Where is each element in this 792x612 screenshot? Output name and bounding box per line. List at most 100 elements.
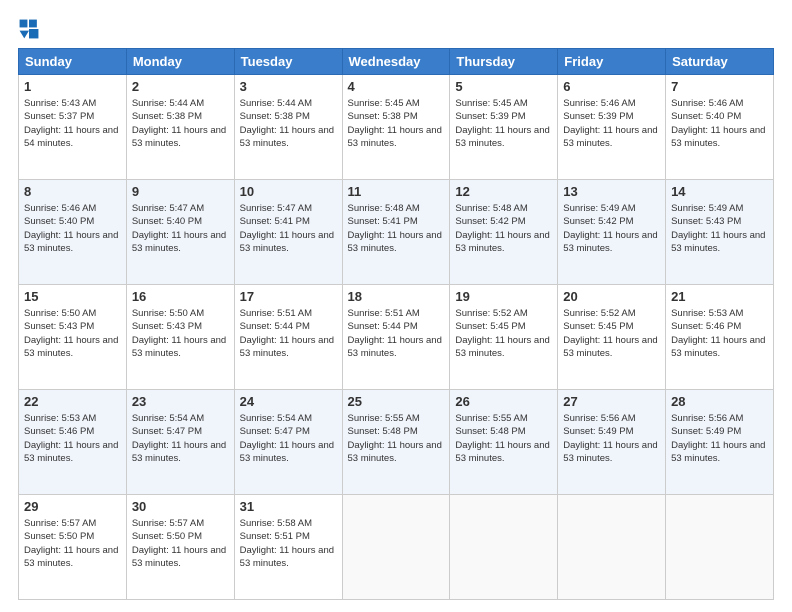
cell-text: Sunrise: 5:43 AMSunset: 5:37 PMDaylight:… [24, 98, 118, 150]
cell-text: Sunrise: 5:44 AMSunset: 5:38 PMDaylight:… [132, 98, 226, 150]
calendar-cell: 25 Sunrise: 5:55 AMSunset: 5:48 PMDaylig… [342, 390, 450, 495]
cell-text: Sunrise: 5:58 AMSunset: 5:51 PMDaylight:… [240, 518, 334, 570]
cell-text: Sunrise: 5:52 AMSunset: 5:45 PMDaylight:… [455, 308, 549, 360]
cell-text: Sunrise: 5:55 AMSunset: 5:48 PMDaylight:… [348, 413, 442, 465]
logo-icon [18, 18, 40, 40]
cell-text: Sunrise: 5:49 AMSunset: 5:43 PMDaylight:… [671, 203, 765, 255]
calendar-cell: 15 Sunrise: 5:50 AMSunset: 5:43 PMDaylig… [19, 285, 127, 390]
calendar-cell: 11 Sunrise: 5:48 AMSunset: 5:41 PMDaylig… [342, 180, 450, 285]
cell-text: Sunrise: 5:46 AMSunset: 5:39 PMDaylight:… [563, 98, 657, 150]
calendar-cell: 2 Sunrise: 5:44 AMSunset: 5:38 PMDayligh… [126, 75, 234, 180]
calendar-cell: 30 Sunrise: 5:57 AMSunset: 5:50 PMDaylig… [126, 495, 234, 600]
day-number: 3 [240, 78, 337, 96]
calendar-cell: 20 Sunrise: 5:52 AMSunset: 5:45 PMDaylig… [558, 285, 666, 390]
calendar-cell: 18 Sunrise: 5:51 AMSunset: 5:44 PMDaylig… [342, 285, 450, 390]
calendar-cell: 22 Sunrise: 5:53 AMSunset: 5:46 PMDaylig… [19, 390, 127, 495]
day-number: 17 [240, 288, 337, 306]
cell-text: Sunrise: 5:52 AMSunset: 5:45 PMDaylight:… [563, 308, 657, 360]
calendar-cell: 17 Sunrise: 5:51 AMSunset: 5:44 PMDaylig… [234, 285, 342, 390]
cell-text: Sunrise: 5:51 AMSunset: 5:44 PMDaylight:… [348, 308, 442, 360]
day-number: 7 [671, 78, 768, 96]
calendar-cell: 29 Sunrise: 5:57 AMSunset: 5:50 PMDaylig… [19, 495, 127, 600]
calendar-cell [558, 495, 666, 600]
page: SundayMondayTuesdayWednesdayThursdayFrid… [0, 0, 792, 612]
calendar-week-row: 15 Sunrise: 5:50 AMSunset: 5:43 PMDaylig… [19, 285, 774, 390]
cell-text: Sunrise: 5:45 AMSunset: 5:38 PMDaylight:… [348, 98, 442, 150]
day-number: 27 [563, 393, 660, 411]
calendar-cell: 10 Sunrise: 5:47 AMSunset: 5:41 PMDaylig… [234, 180, 342, 285]
cell-text: Sunrise: 5:46 AMSunset: 5:40 PMDaylight:… [24, 203, 118, 255]
day-number: 29 [24, 498, 121, 516]
day-number: 18 [348, 288, 445, 306]
calendar-table: SundayMondayTuesdayWednesdayThursdayFrid… [18, 48, 774, 600]
day-number: 2 [132, 78, 229, 96]
day-number: 26 [455, 393, 552, 411]
cell-text: Sunrise: 5:47 AMSunset: 5:40 PMDaylight:… [132, 203, 226, 255]
day-number: 20 [563, 288, 660, 306]
calendar-cell: 5 Sunrise: 5:45 AMSunset: 5:39 PMDayligh… [450, 75, 558, 180]
day-number: 19 [455, 288, 552, 306]
calendar-day-header: Saturday [666, 49, 774, 75]
cell-text: Sunrise: 5:44 AMSunset: 5:38 PMDaylight:… [240, 98, 334, 150]
cell-text: Sunrise: 5:47 AMSunset: 5:41 PMDaylight:… [240, 203, 334, 255]
calendar-cell: 31 Sunrise: 5:58 AMSunset: 5:51 PMDaylig… [234, 495, 342, 600]
day-number: 21 [671, 288, 768, 306]
day-number: 30 [132, 498, 229, 516]
calendar-week-row: 22 Sunrise: 5:53 AMSunset: 5:46 PMDaylig… [19, 390, 774, 495]
calendar-header-row: SundayMondayTuesdayWednesdayThursdayFrid… [19, 49, 774, 75]
calendar-cell: 13 Sunrise: 5:49 AMSunset: 5:42 PMDaylig… [558, 180, 666, 285]
day-number: 16 [132, 288, 229, 306]
calendar-cell: 27 Sunrise: 5:56 AMSunset: 5:49 PMDaylig… [558, 390, 666, 495]
day-number: 8 [24, 183, 121, 201]
cell-text: Sunrise: 5:48 AMSunset: 5:41 PMDaylight:… [348, 203, 442, 255]
day-number: 15 [24, 288, 121, 306]
cell-text: Sunrise: 5:54 AMSunset: 5:47 PMDaylight:… [132, 413, 226, 465]
calendar-cell: 6 Sunrise: 5:46 AMSunset: 5:39 PMDayligh… [558, 75, 666, 180]
calendar-day-header: Tuesday [234, 49, 342, 75]
calendar-cell: 4 Sunrise: 5:45 AMSunset: 5:38 PMDayligh… [342, 75, 450, 180]
cell-text: Sunrise: 5:53 AMSunset: 5:46 PMDaylight:… [671, 308, 765, 360]
day-number: 31 [240, 498, 337, 516]
day-number: 6 [563, 78, 660, 96]
calendar-week-row: 29 Sunrise: 5:57 AMSunset: 5:50 PMDaylig… [19, 495, 774, 600]
calendar-week-row: 1 Sunrise: 5:43 AMSunset: 5:37 PMDayligh… [19, 75, 774, 180]
calendar-cell: 7 Sunrise: 5:46 AMSunset: 5:40 PMDayligh… [666, 75, 774, 180]
header [18, 18, 774, 40]
calendar-cell: 28 Sunrise: 5:56 AMSunset: 5:49 PMDaylig… [666, 390, 774, 495]
day-number: 24 [240, 393, 337, 411]
calendar-cell: 24 Sunrise: 5:54 AMSunset: 5:47 PMDaylig… [234, 390, 342, 495]
day-number: 28 [671, 393, 768, 411]
calendar-day-header: Thursday [450, 49, 558, 75]
calendar-cell: 8 Sunrise: 5:46 AMSunset: 5:40 PMDayligh… [19, 180, 127, 285]
day-number: 10 [240, 183, 337, 201]
cell-text: Sunrise: 5:49 AMSunset: 5:42 PMDaylight:… [563, 203, 657, 255]
calendar-day-header: Monday [126, 49, 234, 75]
calendar-cell [342, 495, 450, 600]
calendar-cell: 16 Sunrise: 5:50 AMSunset: 5:43 PMDaylig… [126, 285, 234, 390]
calendar-cell: 9 Sunrise: 5:47 AMSunset: 5:40 PMDayligh… [126, 180, 234, 285]
day-number: 25 [348, 393, 445, 411]
cell-text: Sunrise: 5:46 AMSunset: 5:40 PMDaylight:… [671, 98, 765, 150]
day-number: 13 [563, 183, 660, 201]
cell-text: Sunrise: 5:50 AMSunset: 5:43 PMDaylight:… [24, 308, 118, 360]
calendar-cell: 26 Sunrise: 5:55 AMSunset: 5:48 PMDaylig… [450, 390, 558, 495]
cell-text: Sunrise: 5:54 AMSunset: 5:47 PMDaylight:… [240, 413, 334, 465]
day-number: 14 [671, 183, 768, 201]
cell-text: Sunrise: 5:57 AMSunset: 5:50 PMDaylight:… [24, 518, 118, 570]
calendar-cell: 3 Sunrise: 5:44 AMSunset: 5:38 PMDayligh… [234, 75, 342, 180]
calendar-day-header: Wednesday [342, 49, 450, 75]
calendar-cell: 14 Sunrise: 5:49 AMSunset: 5:43 PMDaylig… [666, 180, 774, 285]
cell-text: Sunrise: 5:57 AMSunset: 5:50 PMDaylight:… [132, 518, 226, 570]
day-number: 4 [348, 78, 445, 96]
cell-text: Sunrise: 5:51 AMSunset: 5:44 PMDaylight:… [240, 308, 334, 360]
cell-text: Sunrise: 5:56 AMSunset: 5:49 PMDaylight:… [671, 413, 765, 465]
calendar-cell: 1 Sunrise: 5:43 AMSunset: 5:37 PMDayligh… [19, 75, 127, 180]
cell-text: Sunrise: 5:50 AMSunset: 5:43 PMDaylight:… [132, 308, 226, 360]
calendar-cell: 19 Sunrise: 5:52 AMSunset: 5:45 PMDaylig… [450, 285, 558, 390]
cell-text: Sunrise: 5:48 AMSunset: 5:42 PMDaylight:… [455, 203, 549, 255]
calendar-cell: 21 Sunrise: 5:53 AMSunset: 5:46 PMDaylig… [666, 285, 774, 390]
calendar-day-header: Sunday [19, 49, 127, 75]
calendar-cell [666, 495, 774, 600]
day-number: 5 [455, 78, 552, 96]
day-number: 22 [24, 393, 121, 411]
